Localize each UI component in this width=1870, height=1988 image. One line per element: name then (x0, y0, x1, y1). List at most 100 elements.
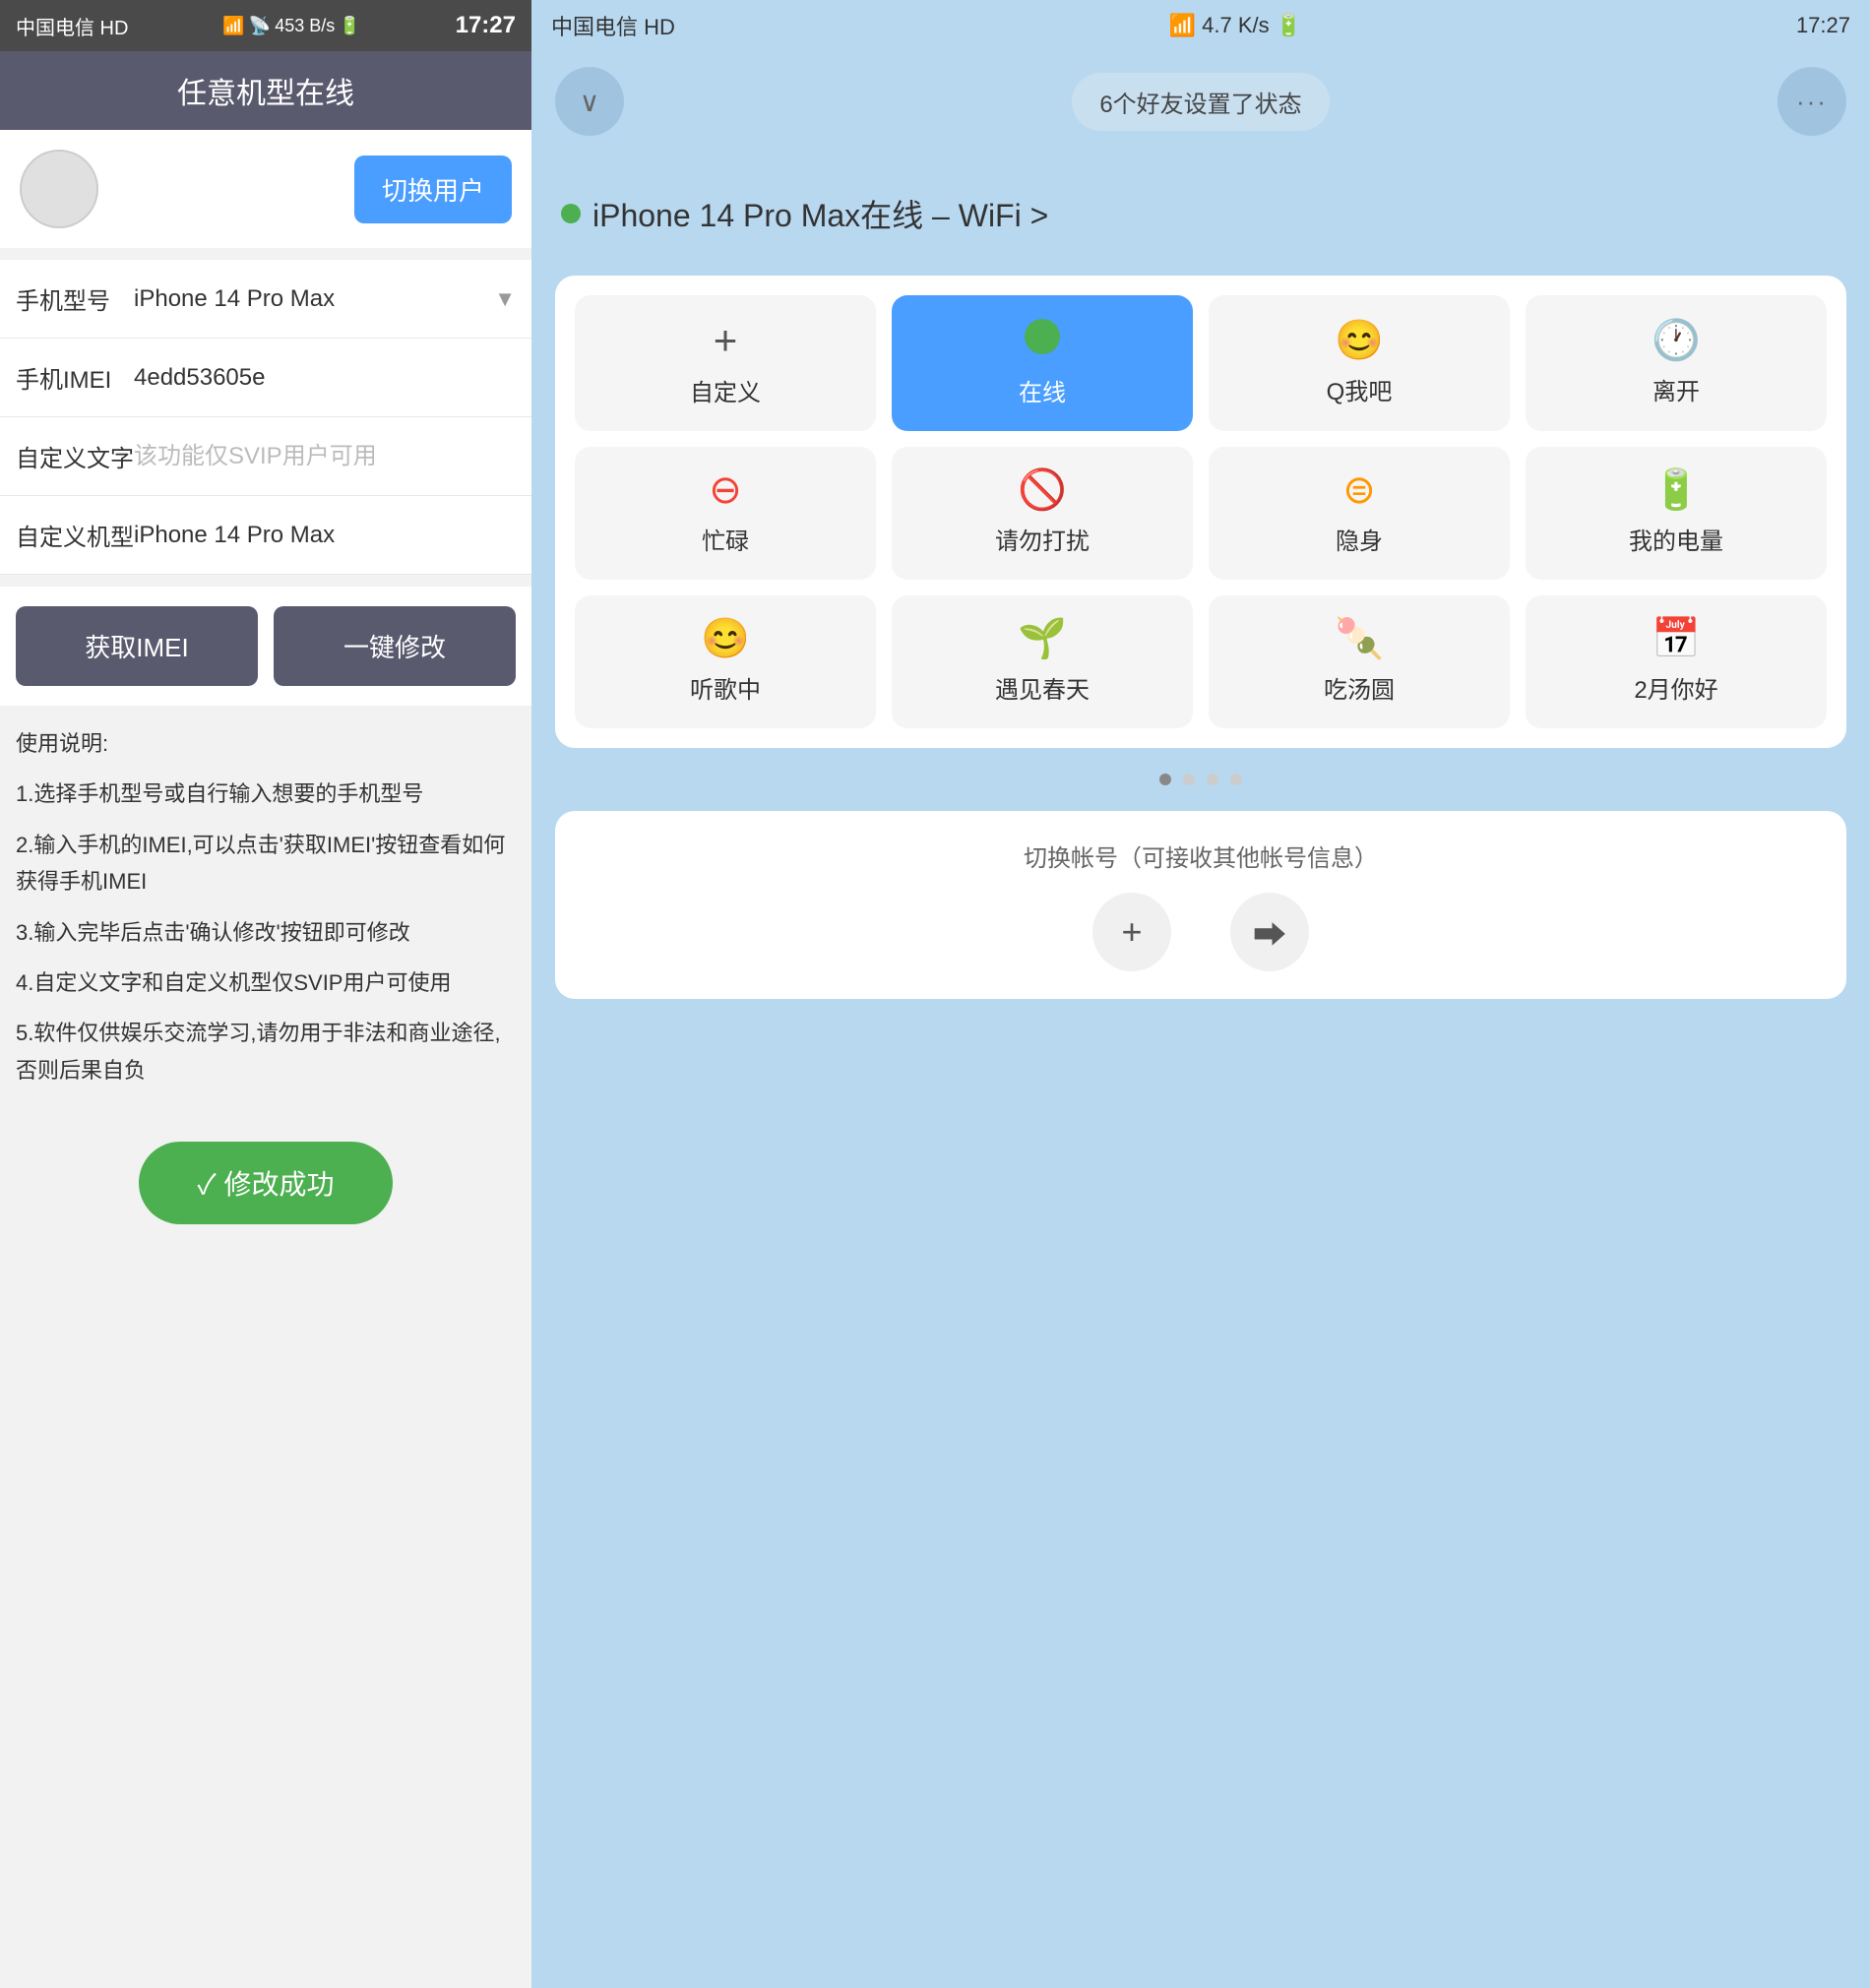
imei-value[interactable] (134, 364, 516, 392)
more-button[interactable]: ··· (1777, 67, 1846, 136)
instruction-step2: 2.输入手机的IMEI,可以点击'获取IMEI'按钮查看如何获得手机IMEI (16, 827, 516, 901)
status-item-1[interactable]: 在线 (892, 295, 1193, 431)
instruction-step3: 3.输入完毕后点击'确认修改'按钮即可修改 (16, 914, 516, 951)
time-right: 17:27 (1796, 13, 1850, 38)
pagination-dot-3[interactable] (1230, 774, 1242, 785)
status-icon-8: 😊 (701, 619, 750, 658)
imei-input[interactable] (134, 364, 516, 392)
phone-model-label: 手机型号 (16, 281, 134, 316)
green-dot-icon (561, 204, 581, 223)
status-icon-11: 📅 (1652, 619, 1701, 658)
app-header: 任意机型在线 (0, 51, 531, 130)
status-item-3[interactable]: 🕐 离开 (1526, 295, 1827, 431)
imei-row: 手机IMEI (0, 339, 531, 417)
status-label-3: 离开 (1652, 372, 1700, 406)
phone-model-value: iPhone 14 Pro Max ▼ (134, 285, 516, 313)
status-bar-right: 中国电信 HD 📶 4.7 K/s 🔋 17:27 (531, 0, 1870, 51)
status-icon-4: ⊖ (709, 470, 742, 510)
status-icon-2: 😊 (1335, 321, 1384, 360)
custom-model-label: 自定义机型 (16, 518, 134, 552)
left-panel: 中国电信 HD 📶 📡 453 B/s 🔋 17:27 任意机型在线 切换用户 … (0, 0, 531, 1988)
dropdown-arrow-icon[interactable]: ▼ (494, 286, 516, 312)
status-item-9[interactable]: 🌱 遇见春天 (892, 595, 1193, 728)
custom-text-input[interactable] (134, 443, 516, 470)
status-bar-left: 中国电信 HD 📶 📡 453 B/s 🔋 17:27 (0, 0, 531, 51)
status-label-9: 遇见春天 (995, 670, 1090, 705)
switch-user-button[interactable]: 切换用户 (354, 155, 512, 223)
status-icon-1 (1025, 319, 1060, 361)
right-status-icons: 📶 4.7 K/s 🔋 (1169, 13, 1302, 38)
add-account-button[interactable]: + (1092, 893, 1171, 971)
status-grid: + 自定义 在线 😊 Q我吧 🕐 离开 ⊖ 忙碌 🚫 请勿打扰 ⊜ 隐身 🔋 我… (575, 295, 1827, 728)
status-grid-container: + 自定义 在线 😊 Q我吧 🕐 离开 ⊖ 忙碌 🚫 请勿打扰 ⊜ 隐身 🔋 我… (555, 276, 1846, 748)
battery-icon-right: 🔋 (1276, 13, 1302, 38)
success-button[interactable]: ✓ 修改成功 (139, 1142, 394, 1224)
phone-model-row: 手机型号 iPhone 14 Pro Max ▼ (0, 260, 531, 339)
one-click-button[interactable]: 一键修改 (274, 606, 516, 686)
chevron-down-icon: ∨ (580, 86, 600, 118)
user-section: 切换用户 (0, 130, 531, 248)
status-icon-5: 🚫 (1018, 470, 1067, 510)
custom-text-label: 自定义文字 (16, 439, 134, 473)
status-icon-10: 🍡 (1335, 619, 1384, 658)
speed-text: 453 B/s (275, 16, 335, 36)
signal-icon: 📶 (222, 16, 244, 36)
status-label-1: 在线 (1019, 373, 1066, 407)
chevron-down-button[interactable]: ∨ (555, 67, 624, 136)
status-icon-0: + (714, 320, 738, 361)
friends-status-pill[interactable]: 6个好友设置了状态 (1072, 73, 1329, 131)
status-label-7: 我的电量 (1629, 522, 1723, 556)
status-item-2[interactable]: 😊 Q我吧 (1209, 295, 1510, 431)
status-item-8[interactable]: 😊 听歌中 (575, 595, 876, 728)
pagination-dot-0[interactable] (1159, 774, 1171, 785)
time-left: 17:27 (456, 12, 516, 39)
status-item-7[interactable]: 🔋 我的电量 (1526, 447, 1827, 580)
pagination-dot-2[interactable] (1207, 774, 1218, 785)
status-item-4[interactable]: ⊖ 忙碌 (575, 447, 876, 580)
get-imei-button[interactable]: 获取IMEI (16, 606, 258, 686)
pagination-dots (531, 758, 1870, 801)
status-label-11: 2月你好 (1634, 670, 1717, 705)
imei-label: 手机IMEI (16, 360, 134, 395)
app-title: 任意机型在线 (177, 78, 354, 110)
status-icons-left: 📶 📡 453 B/s 🔋 (222, 16, 360, 36)
online-status-text: iPhone 14 Pro Max在线 – WiFi > (592, 191, 1048, 236)
carrier-right: 中国电信 HD (551, 10, 675, 41)
status-icon-7: 🔋 (1652, 470, 1701, 510)
status-label-6: 隐身 (1336, 522, 1383, 556)
logout-icon: ⮕ (1253, 908, 1286, 957)
custom-model-row: 自定义机型 iPhone 14 Pro Max (0, 496, 531, 575)
status-item-6[interactable]: ⊜ 隐身 (1209, 447, 1510, 580)
wifi-icon: 📡 (249, 16, 271, 36)
status-label-8: 听歌中 (690, 670, 761, 705)
status-label-10: 吃汤圆 (1324, 670, 1395, 705)
instruction-step5: 5.软件仅供娱乐交流学习,请勿用于非法和商业途径,否则后果自负 (16, 1015, 516, 1088)
status-item-5[interactable]: 🚫 请勿打扰 (892, 447, 1193, 580)
status-item-10[interactable]: 🍡 吃汤圆 (1209, 595, 1510, 728)
instruction-step4: 4.自定义文字和自定义机型仅SVIP用户可使用 (16, 964, 516, 1001)
action-buttons: 获取IMEI 一键修改 (0, 587, 531, 706)
logout-button[interactable]: ⮕ (1230, 893, 1309, 971)
avatar (20, 150, 98, 228)
status-item-11[interactable]: 📅 2月你好 (1526, 595, 1827, 728)
form-section: 手机型号 iPhone 14 Pro Max ▼ 手机IMEI 自定义文字 自定… (0, 260, 531, 575)
status-item-0[interactable]: + 自定义 (575, 295, 876, 431)
signal-icon-right: 📶 (1169, 13, 1196, 38)
status-label-5: 请勿打扰 (995, 522, 1090, 556)
top-bar: ∨ 6个好友设置了状态 ··· (531, 51, 1870, 152)
custom-text-value[interactable] (134, 443, 516, 470)
status-label-2: Q我吧 (1327, 372, 1393, 406)
pagination-dot-1[interactable] (1183, 774, 1195, 785)
switch-account-buttons: + ⮕ (594, 893, 1807, 971)
instruction-step1: 1.选择手机型号或自行输入想要的手机型号 (16, 776, 516, 812)
status-label-0: 自定义 (690, 373, 761, 407)
more-icon: ··· (1796, 87, 1828, 117)
custom-model-value: iPhone 14 Pro Max (134, 522, 516, 549)
instructions: 使用说明: 1.选择手机型号或自行输入想要的手机型号 2.输入手机的IMEI,可… (0, 706, 531, 1122)
speed-right: 4.7 K/s (1202, 13, 1269, 38)
status-icon-3: 🕐 (1652, 321, 1701, 360)
friends-status-text: 6个好友设置了状态 (1099, 92, 1301, 118)
custom-text-row: 自定义文字 (0, 417, 531, 496)
online-status-banner[interactable]: iPhone 14 Pro Max在线 – WiFi > (561, 191, 1840, 236)
status-label-4: 忙碌 (702, 522, 749, 556)
